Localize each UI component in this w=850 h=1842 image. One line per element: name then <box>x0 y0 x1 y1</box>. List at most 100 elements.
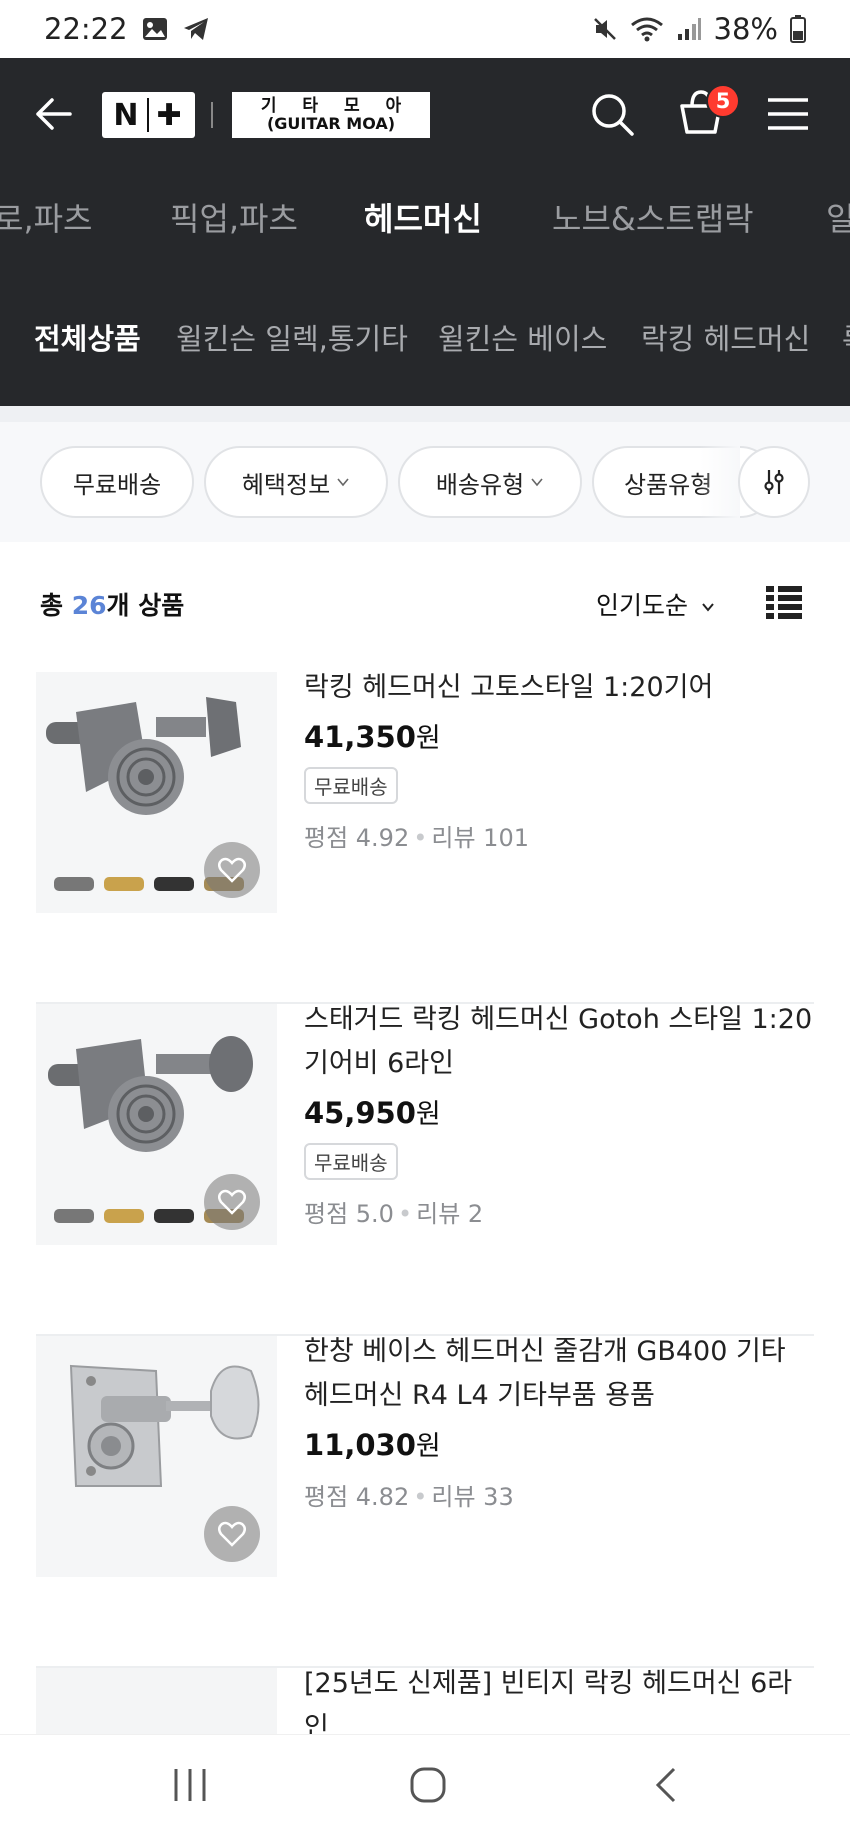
sort-dropdown[interactable]: 인기도순 <box>596 586 716 622</box>
list-summary: 총 26개 상품 인기도순 <box>0 542 850 662</box>
filter-chip-free-shipping[interactable]: 무료배송 <box>40 446 194 518</box>
battery-icon <box>790 15 806 43</box>
product-info: 스태거드 락킹 헤드머신 Gotoh 스타일 1:20 기어비 6라인 45,9… <box>304 1004 814 1229</box>
product-price: 45,950원 <box>304 1092 814 1131</box>
chevron-down-icon <box>531 478 543 487</box>
nplus-plus: ✚ <box>156 97 184 133</box>
back-nav-icon[interactable] <box>652 1765 682 1805</box>
price-value: 45,950 <box>304 1096 416 1130</box>
product-info: 락킹 헤드머신 고토스타일 1:20기어 41,350원 무료배송 평점 4.9… <box>304 672 814 853</box>
price-currency: 원 <box>415 723 441 754</box>
subcategory-tab-locking[interactable]: 락킹 헤드머신 <box>641 316 810 358</box>
hamburger-menu-icon[interactable] <box>766 96 810 132</box>
review-label: 리뷰 2 <box>416 1200 484 1228</box>
section-divider <box>0 406 850 422</box>
product-image[interactable] <box>36 672 277 913</box>
total-number: 26 <box>71 591 107 620</box>
wifi-icon <box>630 17 663 42</box>
rating-label: 평점 4.92 <box>304 824 410 852</box>
status-bar: 22:22 38% <box>0 0 850 58</box>
rating-label: 평점 5.0 <box>304 1200 394 1228</box>
store-logo[interactable]: 기 타 모 아 (GUITAR MOA) <box>232 92 430 138</box>
chevron-down-icon <box>702 603 714 612</box>
category-tab-knob-strap[interactable]: 노브&스트랩락 <box>552 194 754 240</box>
filter-chip-shipping-type[interactable]: 배송유형 <box>398 446 582 518</box>
cart-count-badge: 5 <box>706 84 740 118</box>
chevron-down-icon <box>337 478 349 487</box>
product-rating: 평점 4.92 • 리뷰 101 <box>304 818 814 853</box>
scroll-fade <box>700 446 740 518</box>
recent-apps-icon[interactable] <box>172 1765 208 1805</box>
product-image[interactable] <box>36 1668 277 1734</box>
subcategory-tab-all[interactable]: 전체상품 <box>34 316 141 358</box>
subcategory-tab-more[interactable]: 록 <box>842 316 850 358</box>
review-label: 리뷰 33 <box>431 1483 514 1511</box>
subcategory-tab-wilkinson-bass[interactable]: 윌킨슨 베이스 <box>438 316 607 358</box>
store-name-english: (GUITAR MOA) <box>266 113 396 133</box>
signal-icon <box>677 18 701 40</box>
store-name-korean: 기 타 모 아 <box>260 95 412 116</box>
total-suffix: 개 상품 <box>106 591 185 620</box>
product-rating: 평점 4.82 • 리뷰 33 <box>304 1477 814 1512</box>
separator-dot: • <box>397 1200 413 1228</box>
back-arrow-icon[interactable] <box>30 92 74 136</box>
sliders-icon <box>764 470 784 494</box>
chip-label: 배송유형 <box>435 470 525 499</box>
mute-icon <box>593 18 616 40</box>
total-count: 총 26개 상품 <box>40 586 184 622</box>
logo-divider <box>211 102 213 128</box>
wishlist-button[interactable] <box>204 1174 260 1230</box>
review-label: 리뷰 101 <box>431 824 529 852</box>
product-image[interactable] <box>36 1004 277 1245</box>
price-currency: 원 <box>415 1099 441 1130</box>
free-shipping-badge: 무료배송 <box>304 767 398 804</box>
store-header: N ✚ 기 타 모 아 (GUITAR MOA) 5 로,파츠 픽업,파츠 헤드머… <box>0 58 850 406</box>
product-name[interactable]: [25년도 신제품] 빈티지 락킹 헤드머신 6라인 <box>304 1668 814 1734</box>
product-name[interactable]: 락킹 헤드머신 고토스타일 1:20기어 <box>304 666 814 710</box>
chip-label: 무료배송 <box>72 470 162 499</box>
category-tabs: 로,파츠 픽업,파츠 헤드머신 노브&스트랩락 일 <box>0 170 850 280</box>
category-tab-parts[interactable]: 로,파츠 <box>0 194 93 240</box>
product-name[interactable]: 스태거드 락킹 헤드머신 Gotoh 스타일 1:20 기어비 6라인 <box>304 998 814 1086</box>
price-currency: 원 <box>415 1431 441 1462</box>
filter-chip-benefits[interactable]: 혜택정보 <box>204 446 388 518</box>
price-value: 41,350 <box>304 720 416 754</box>
chip-label: 혜택정보 <box>241 470 331 499</box>
category-tab-pickup-parts[interactable]: 픽업,파츠 <box>170 194 298 240</box>
top-bar: N ✚ 기 타 모 아 (GUITAR MOA) 5 <box>0 58 850 170</box>
free-shipping-badge: 무료배송 <box>304 1143 398 1180</box>
filter-settings-button[interactable] <box>738 446 810 518</box>
wishlist-button[interactable] <box>204 1506 260 1562</box>
status-time: 22:22 <box>44 12 128 46</box>
search-icon[interactable] <box>588 90 636 138</box>
gallery-icon <box>142 18 167 40</box>
heart-icon <box>218 1189 246 1215</box>
sort-label: 인기도순 <box>596 591 689 620</box>
product-item[interactable]: [25년도 신제품] 빈티지 락킹 헤드머신 6라인 <box>0 1668 850 1734</box>
telegram-icon <box>183 18 208 40</box>
subcategory-tabs: 전체상품 윌킨슨 일렉,통기타 윌킨슨 베이스 락킹 헤드머신 록 <box>0 280 850 406</box>
separator-dot: • <box>413 1483 428 1511</box>
system-navigation-bar <box>0 1734 850 1842</box>
category-tab-headmachine[interactable]: 헤드머신 <box>364 194 482 240</box>
wishlist-button[interactable] <box>204 842 260 898</box>
nplus-n: N <box>113 97 141 133</box>
total-prefix: 총 <box>40 591 72 620</box>
home-icon[interactable] <box>408 1765 448 1805</box>
filter-bar: 무료배송 혜택정보 배송유형 상품유형 <box>0 422 850 542</box>
product-price: 11,030원 <box>304 1424 814 1463</box>
product-item[interactable]: 스태거드 락킹 헤드머신 Gotoh 스타일 1:20 기어비 6라인 45,9… <box>0 1004 850 1336</box>
product-info: [25년도 신제품] 빈티지 락킹 헤드머신 6라인 <box>304 1668 814 1734</box>
product-item[interactable]: 락킹 헤드머신 고토스타일 1:20기어 41,350원 무료배송 평점 4.9… <box>0 672 850 1004</box>
subcategory-tab-wilkinson-guitar[interactable]: 윌킨슨 일렉,통기타 <box>176 316 408 358</box>
product-item[interactable]: 한창 베이스 헤드머신 줄감개 GB400 기타 헤드머신 R4 L4 기타부품… <box>0 1336 850 1668</box>
category-tab-more[interactable]: 일 <box>826 194 850 240</box>
product-info: 한창 베이스 헤드머신 줄감개 GB400 기타 헤드머신 R4 L4 기타부품… <box>304 1336 814 1512</box>
list-view-icon[interactable] <box>766 584 802 620</box>
battery-percent: 38% <box>713 12 778 46</box>
product-name[interactable]: 한창 베이스 헤드머신 줄감개 GB400 기타 헤드머신 R4 L4 기타부품… <box>304 1330 814 1418</box>
product-image[interactable] <box>36 1336 277 1577</box>
separator-dot: • <box>413 824 428 852</box>
price-value: 11,030 <box>304 1428 416 1462</box>
nplus-logo[interactable]: N ✚ <box>102 92 195 138</box>
